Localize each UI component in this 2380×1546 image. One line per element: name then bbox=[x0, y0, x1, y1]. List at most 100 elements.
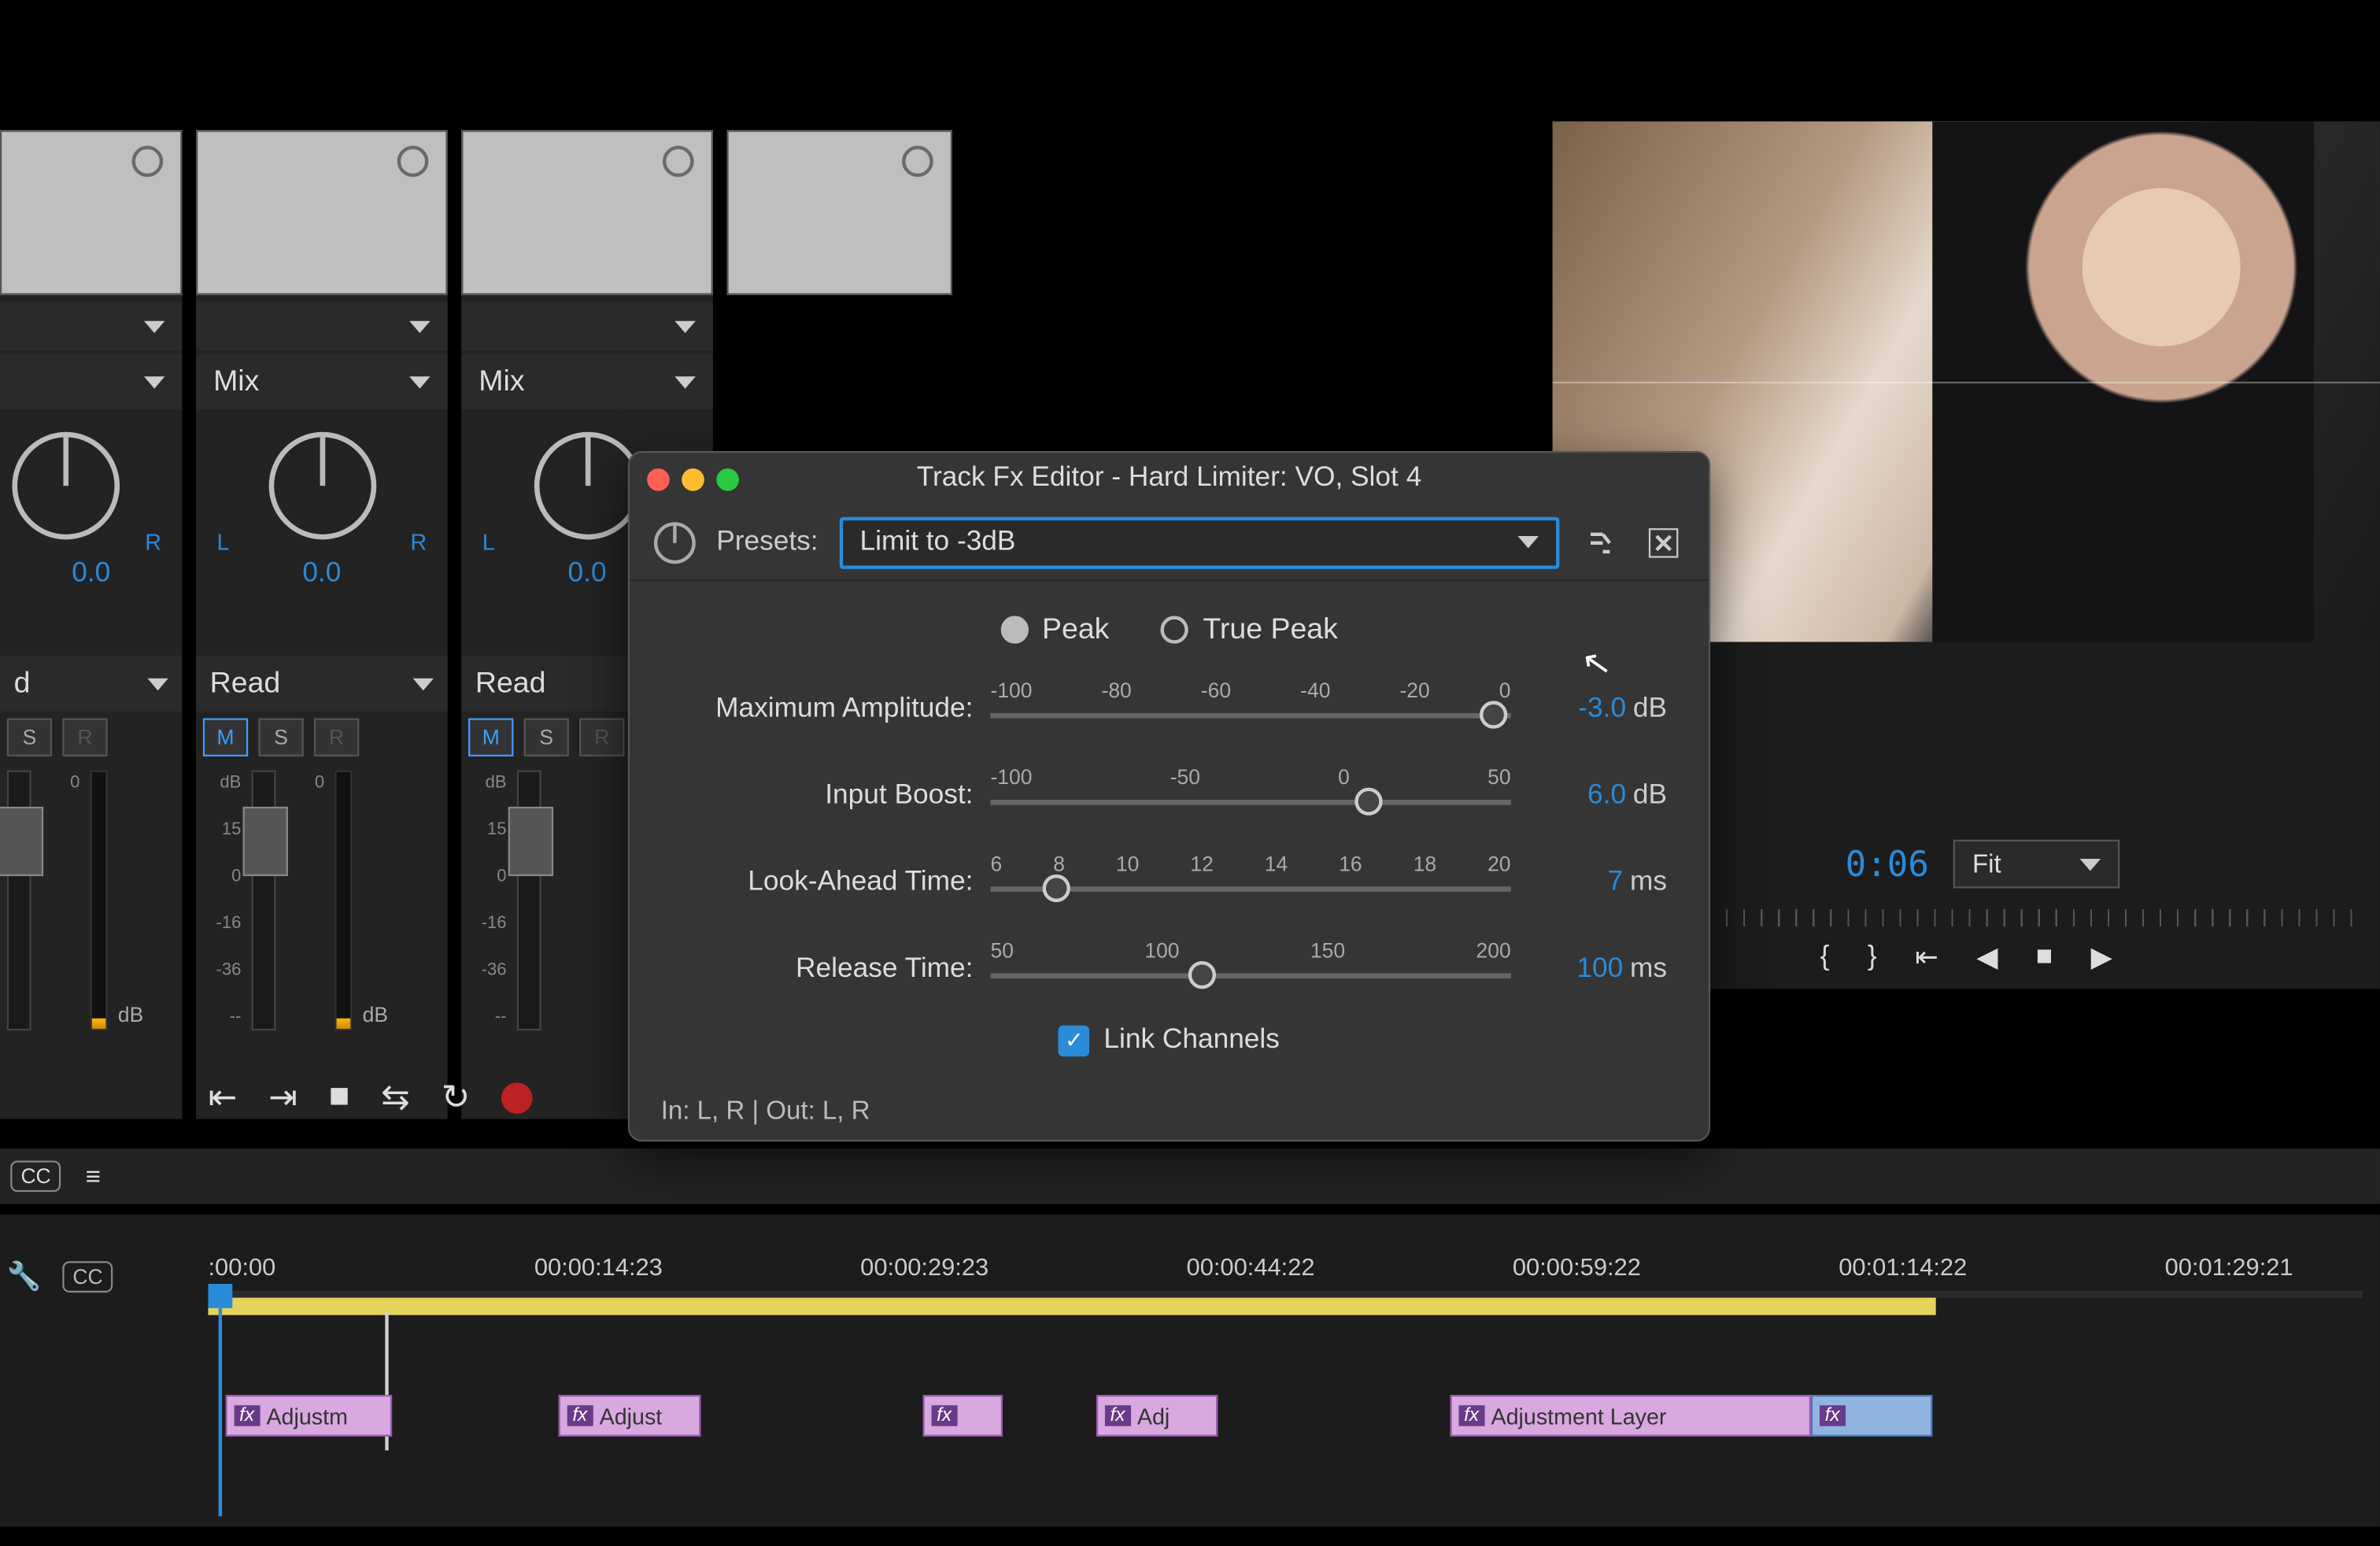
look-ahead-slider[interactable]: 68101214161820 bbox=[990, 852, 1510, 914]
fader[interactable] bbox=[517, 771, 541, 1031]
send-dropdown[interactable] bbox=[461, 301, 713, 350]
look-ahead-value[interactable]: 7ms bbox=[1528, 867, 1667, 899]
send-toggle-icon[interactable] bbox=[663, 146, 694, 177]
send-toggle-icon[interactable] bbox=[132, 146, 164, 177]
track-fx-editor-dialog: Track Fx Editor - Hard Limiter: VO, Slot… bbox=[628, 451, 1710, 1141]
send-toggle-icon[interactable] bbox=[397, 146, 429, 177]
wrench-icon[interactable]: 🔧 bbox=[7, 1259, 42, 1294]
mix-dropdown[interactable]: Mix bbox=[461, 354, 713, 410]
input-boost-value[interactable]: 6.0dB bbox=[1528, 781, 1667, 812]
pan-l-label: L bbox=[482, 529, 495, 555]
timeline-panel: 🔧 CC :00:0000:00:14:2300:00:29:2300:00:4… bbox=[0, 1215, 2380, 1527]
send-dropdown[interactable] bbox=[196, 301, 448, 350]
peak-label: Peak bbox=[1042, 612, 1109, 647]
pan-knob[interactable] bbox=[268, 432, 376, 540]
maximum-amplitude-value[interactable]: -3.0dB bbox=[1528, 694, 1667, 726]
fader[interactable] bbox=[252, 771, 276, 1031]
mute-button[interactable]: M bbox=[468, 718, 513, 756]
maximum-amplitude-slider[interactable]: -100-80-60-40-200 bbox=[990, 679, 1510, 741]
timeline-clip[interactable]: fxAdjustm bbox=[226, 1395, 393, 1437]
slider-ticks: 50100150200 bbox=[990, 938, 1510, 963]
effect-bypass-button[interactable] bbox=[654, 521, 696, 563]
go-to-out-button[interactable]: ⇥ bbox=[268, 1075, 298, 1119]
send-dropdown[interactable] bbox=[0, 301, 182, 350]
mix-dropdown[interactable] bbox=[0, 354, 182, 410]
captions-button[interactable]: CC bbox=[10, 1160, 61, 1192]
send-slot[interactable] bbox=[196, 130, 448, 294]
send-slot[interactable] bbox=[726, 130, 952, 294]
play-in-out-button[interactable]: ⇆ bbox=[381, 1075, 410, 1119]
close-effect-button[interactable] bbox=[1643, 521, 1684, 563]
slider-thumb[interactable] bbox=[1043, 875, 1070, 902]
timeline-clip[interactable]: fxAdjustment Layer bbox=[1451, 1395, 1811, 1437]
record-arm-button[interactable]: R bbox=[314, 718, 359, 756]
work-area-bar[interactable] bbox=[208, 1298, 1935, 1315]
program-timecode[interactable]: 0:06 bbox=[1846, 843, 1929, 885]
pan-knob[interactable] bbox=[534, 432, 641, 540]
fader-thumb[interactable] bbox=[0, 807, 43, 876]
peak-radio[interactable]: Peak bbox=[1000, 612, 1109, 647]
send-slot[interactable] bbox=[461, 130, 713, 294]
slider-thumb[interactable] bbox=[1354, 788, 1382, 816]
slider-ticks: -100-50050 bbox=[990, 765, 1510, 790]
stop-button[interactable]: ■ bbox=[329, 1078, 350, 1118]
ruler-mark: 00:00:44:22 bbox=[1187, 1252, 1315, 1280]
close-window-button[interactable] bbox=[647, 468, 670, 490]
mute-button[interactable]: M bbox=[203, 718, 248, 756]
loop-button[interactable]: ↻ bbox=[442, 1075, 471, 1119]
go-to-in-button[interactable]: ⇤ bbox=[208, 1075, 237, 1119]
zoom-level-dropdown[interactable]: Fit bbox=[1953, 840, 2120, 889]
mix-dropdown[interactable]: Mix bbox=[196, 354, 448, 410]
play-button[interactable]: ■ bbox=[2036, 942, 2053, 974]
fader-scale: dB150-16-36-- bbox=[468, 771, 506, 1031]
timeline-clip[interactable]: fx bbox=[1811, 1395, 1932, 1437]
fader[interactable] bbox=[7, 771, 31, 1031]
timeline-clip[interactable]: fx bbox=[923, 1395, 1003, 1437]
timeline-tools: 🔧 CC bbox=[7, 1259, 194, 1294]
channel-map-button[interactable] bbox=[1580, 521, 1622, 563]
go-to-previous-button[interactable]: ⇤ bbox=[1915, 941, 1938, 975]
automation-mode-dropdown[interactable]: d bbox=[0, 656, 182, 712]
link-channels-checkbox[interactable]: ✓ bbox=[1059, 1026, 1090, 1057]
solo-button[interactable]: S bbox=[524, 718, 569, 756]
release-time-value[interactable]: 100ms bbox=[1528, 954, 1667, 986]
timeline-clip[interactable]: fxAdj bbox=[1096, 1395, 1218, 1437]
send-toggle-icon[interactable] bbox=[902, 146, 933, 177]
playhead[interactable] bbox=[208, 1284, 232, 1308]
step-back-button[interactable]: ◀ bbox=[1976, 941, 1998, 975]
fader-thumb[interactable] bbox=[508, 807, 553, 876]
ruler-mark: 00:00:29:23 bbox=[860, 1252, 989, 1280]
pan-value[interactable]: 0.0 bbox=[0, 559, 182, 590]
release-time-slider[interactable]: 50100150200 bbox=[990, 938, 1510, 1000]
record-button[interactable] bbox=[501, 1082, 533, 1113]
minimize-window-button[interactable] bbox=[682, 468, 704, 490]
solo-button[interactable]: S bbox=[7, 718, 52, 756]
panel-menu-icon[interactable]: ≡ bbox=[86, 1162, 101, 1191]
time-ruler[interactable]: :00:0000:00:14:2300:00:29:2300:00:44:220… bbox=[208, 1252, 2362, 1290]
chevron-down-icon bbox=[1518, 536, 1539, 548]
solo-button[interactable]: S bbox=[258, 718, 303, 756]
record-arm-button[interactable]: R bbox=[579, 718, 624, 756]
timeline-clip[interactable]: fxAdjust bbox=[559, 1395, 701, 1437]
safe-margin-line bbox=[1553, 382, 2380, 383]
pan-value[interactable]: 0.0 bbox=[196, 559, 448, 590]
step-forward-button[interactable]: ▶ bbox=[2091, 941, 2112, 975]
fader-thumb[interactable] bbox=[243, 807, 288, 876]
zoom-window-button[interactable] bbox=[716, 468, 739, 490]
dialog-titlebar[interactable]: Track Fx Editor - Hard Limiter: VO, Slot… bbox=[630, 453, 1709, 505]
release-time-label: Release Time: bbox=[668, 954, 974, 986]
preset-dropdown[interactable]: Limit to -3dB bbox=[839, 516, 1559, 568]
captions-track-button[interactable]: CC bbox=[62, 1261, 113, 1293]
record-arm-button[interactable]: R bbox=[62, 718, 107, 756]
pan-knob[interactable] bbox=[11, 432, 119, 540]
send-slot[interactable] bbox=[0, 130, 182, 294]
input-boost-slider[interactable]: -100-50050 bbox=[990, 765, 1510, 827]
slider-thumb[interactable] bbox=[1480, 701, 1507, 728]
automation-mode-label: Read bbox=[475, 666, 546, 701]
mixer-strip-2: Mix L R 0.0 Read M S R dB150-16-36-- 0 d… bbox=[196, 130, 448, 1119]
slider-thumb[interactable] bbox=[1188, 961, 1216, 989]
automation-mode-dropdown[interactable]: Read bbox=[196, 656, 448, 712]
true-peak-radio[interactable]: True Peak bbox=[1162, 612, 1338, 647]
mark-out-button[interactable]: } bbox=[1868, 942, 1877, 974]
mark-in-button[interactable]: { bbox=[1820, 942, 1830, 974]
